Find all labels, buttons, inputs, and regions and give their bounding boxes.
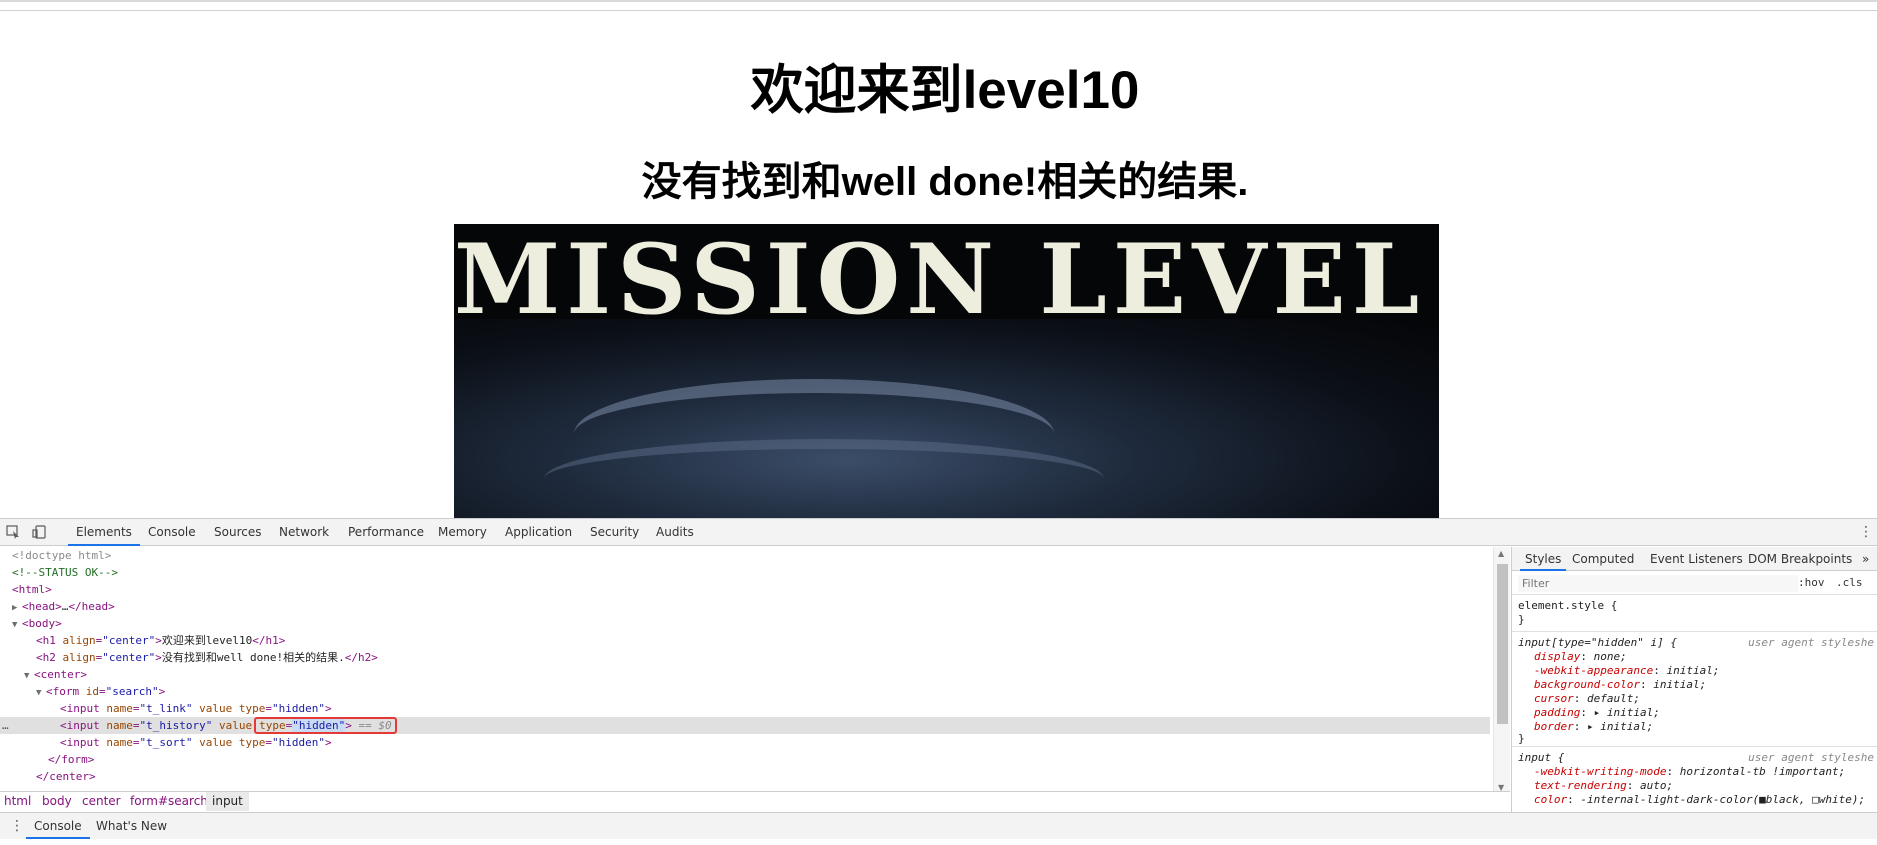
dom-line-h1[interactable]: <h1 align="center">欢迎来到level10</h1> [0,632,1490,649]
styles-filter-input[interactable] [1518,575,1798,592]
tab-event-listeners[interactable]: Event Listeners [1645,547,1748,571]
devtools-drawer: ⋮ Console What's New [0,812,1877,839]
drawer-tab-console[interactable]: Console [26,813,90,839]
dom-line-form[interactable]: ▼ <form id="search"> [0,683,1490,700]
dom-line-head[interactable]: ▶ <head>…</head> [0,598,1490,615]
devtools-panel: Elements Console Sources Network Perform… [0,518,1877,845]
hidden-input-rule[interactable]: input[type="hidden" i] { user agent styl… [1512,633,1877,747]
more-tabs-icon[interactable]: » [1857,547,1874,571]
css-property[interactable]: color: -internal-light-dark-color(■black… [1518,793,1865,807]
tab-styles[interactable]: Styles [1520,547,1567,571]
css-property[interactable]: cursor: default; [1518,692,1640,706]
dom-line-doctype[interactable]: <!doctype html> [0,547,1490,564]
more-options-icon[interactable]: … [2,717,9,734]
breadcrumb-html[interactable]: html [4,792,31,811]
tab-memory[interactable]: Memory [430,519,495,546]
devtools-tabbar: Elements Console Sources Network Perform… [0,519,1877,546]
breadcrumb-form[interactable]: form#search [130,792,208,811]
dom-line-input-t-sort[interactable]: <input name="t_sort" value type="hidden"… [0,734,1490,751]
hover-state-toggle[interactable]: :hov [1798,576,1825,589]
mission-banner-image: MISSION LEVEL 10 [454,224,1439,520]
styles-filter-bar: :hov .cls [1512,572,1877,595]
css-property[interactable]: display: none; [1518,650,1627,664]
scrollbar-thumb[interactable] [1497,564,1508,724]
tab-audits[interactable]: Audits [648,519,702,546]
tab-performance[interactable]: Performance [340,519,432,546]
dom-line-html[interactable]: <html> [0,581,1490,598]
devtools-menu-icon[interactable]: ⋮ [1859,524,1873,540]
css-property[interactable]: -webkit-writing-mode: horizontal-tb !imp… [1518,765,1845,779]
styles-tabbar: Styles Computed Event Listeners DOM Brea… [1512,547,1877,571]
dom-line-body[interactable]: ▼ <body> [0,615,1490,632]
input-rule[interactable]: input { user agent styleshe -webkit-writ… [1512,748,1877,812]
tab-elements[interactable]: Elements [68,519,140,546]
web-page: 欢迎来到level10 没有找到和well done!相关的结果. MISSIO… [0,0,1877,520]
inspect-element-icon[interactable] [6,525,22,539]
page-heading: 欢迎来到level10 [750,61,1140,120]
breadcrumb: html body center form#search input [0,791,1510,811]
banner-title: MISSION LEVEL 10 [454,224,1439,336]
element-style-rule[interactable]: element.style { } [1512,596,1877,632]
banner-temple-roof-lower [544,439,1104,519]
css-property[interactable]: padding: ▸ initial; [1518,706,1660,720]
tab-dom-breakpoints[interactable]: DOM Breakpoints [1743,547,1857,571]
css-property[interactable]: background-color: initial; [1518,678,1706,692]
tab-console[interactable]: Console [140,519,204,546]
dom-line-form-close[interactable]: </form> [0,751,1490,768]
dom-line-center-close[interactable]: </center> [0,768,1490,785]
divider [0,10,1877,11]
dom-line-input-t-link[interactable]: <input name="t_link" value type="hidden"… [0,700,1490,717]
css-property[interactable]: border: ▸ initial; [1518,720,1653,734]
tab-security[interactable]: Security [582,519,647,546]
class-toggle[interactable]: .cls [1836,576,1863,589]
dom-scrollbar[interactable]: ▲ ▼ [1493,547,1510,809]
tab-network[interactable]: Network [271,519,337,546]
tab-sources[interactable]: Sources [206,519,269,546]
breadcrumb-body[interactable]: body [42,792,72,811]
page-subheading: 没有找到和well done!相关的结果. [641,160,1249,204]
breadcrumb-center[interactable]: center [82,792,121,811]
css-property[interactable]: text-rendering: auto; [1518,779,1673,793]
dom-line-input-t-history-selected[interactable]: … <input name="t_history" value type="hidd… [0,717,1490,734]
drawer-menu-icon[interactable]: ⋮ [10,818,24,834]
breadcrumb-input[interactable]: input [206,792,249,811]
tab-computed[interactable]: Computed [1567,547,1639,571]
device-toolbar-icon[interactable] [32,525,48,539]
dom-line-comment[interactable]: <!--STATUS OK--> [0,564,1490,581]
tab-application[interactable]: Application [497,519,580,546]
drawer-tab-whats-new[interactable]: What's New [88,813,175,839]
dom-line-center[interactable]: ▼ <center> [0,666,1490,683]
styles-pane: Styles Computed Event Listeners DOM Brea… [1511,547,1877,812]
dom-tree[interactable]: <!doctype html> <!--STATUS OK--> <html> … [0,547,1493,809]
css-property[interactable]: -webkit-appearance: initial; [1518,664,1719,678]
scroll-up-icon[interactable]: ▲ [1498,549,1504,558]
highlighted-type-attribute[interactable]: type="hidden"> == $0 [254,717,397,734]
dom-line-h2[interactable]: <h2 align="center">没有找到和well done!相关的结果.… [0,649,1490,666]
